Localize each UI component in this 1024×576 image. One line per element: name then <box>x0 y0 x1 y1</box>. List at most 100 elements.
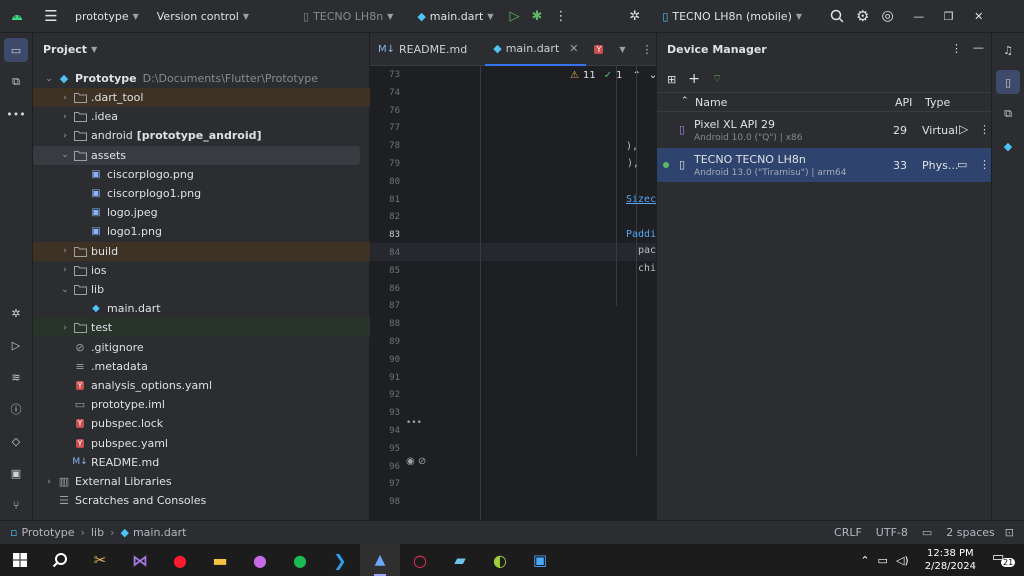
account-button[interactable]: ◎ <box>875 4 899 28</box>
chevron-right-icon[interactable]: › <box>59 323 71 333</box>
search-button[interactable] <box>824 4 850 28</box>
minimize-button[interactable]: — <box>904 4 934 28</box>
device-mirroring-button[interactable]: ✲ <box>623 4 646 28</box>
target-device-muted[interactable]: ▯ TECNO LH8n ▼ <box>297 4 399 28</box>
play-icon[interactable]: ▷ <box>959 122 968 136</box>
notification-center-button[interactable]: ▭ 21 <box>992 550 1016 570</box>
app-quality-button[interactable]: ✲ <box>4 301 28 325</box>
readonly-toggle-icon[interactable]: ⊡ <box>1005 526 1014 539</box>
tree-item[interactable]: ⌄ assets <box>33 145 360 165</box>
more-actions-button[interactable]: ⋮ <box>548 4 573 28</box>
tree-item[interactable]: ◆ main.dart <box>33 299 370 318</box>
taskbar-visual-studio[interactable]: ⋈ <box>120 544 160 576</box>
column-api[interactable]: API <box>895 96 912 109</box>
network-icon[interactable]: ▭ <box>878 554 888 567</box>
tree-item[interactable]: ▣ ciscorplogo1.png <box>33 184 370 203</box>
tree-item[interactable]: ☰ Scratches and Consoles <box>33 491 370 510</box>
device-row-tecno[interactable]: ▯ TECNO TECNO LH8n Android 13.0 ("Tirami… <box>657 148 992 182</box>
tree-item[interactable]: ⊘ .gitignore <box>33 338 370 357</box>
chevron-right-icon[interactable]: › <box>59 246 71 256</box>
chevron-right-icon[interactable]: › <box>59 112 71 122</box>
tree-item[interactable]: ⌄ lib <box>33 280 370 299</box>
clock[interactable]: 12:38 PM 2/28/2024 <box>925 547 976 573</box>
volume-icon[interactable]: ◁) <box>896 554 909 567</box>
vcs-selector[interactable]: Version control ▼ <box>151 4 255 28</box>
device-manager-tool-button[interactable]: ▯ <box>996 70 1020 94</box>
run-tool-button[interactable]: ▷ <box>4 333 28 357</box>
wifi-pair-icon[interactable]: ⌔ <box>712 72 722 86</box>
chevron-right-icon[interactable]: › <box>59 131 71 141</box>
structure-tool-button[interactable]: ⧉ <box>4 70 28 94</box>
taskbar-search-button[interactable] <box>40 544 80 576</box>
tree-item[interactable]: Ypubspec.yaml <box>33 434 370 453</box>
gem-tool-button[interactable]: ◇ <box>4 429 28 453</box>
main-menu-button[interactable]: ☰ <box>33 4 69 28</box>
tree-item[interactable]: › .idea <box>33 107 370 126</box>
breadcrumb-item[interactable]: lib <box>91 526 104 539</box>
start-button[interactable] <box>0 544 40 576</box>
running-devices-button[interactable]: ⧉ <box>996 102 1020 126</box>
file-status-icon[interactable]: ▭ <box>922 526 932 539</box>
restore-button[interactable]: ❐ <box>934 4 964 28</box>
device-selector[interactable]: ▯ TECNO LH8n (mobile) ▼ <box>656 4 808 28</box>
project-tool-button[interactable]: ▭ <box>4 38 28 62</box>
more-vertical-icon[interactable]: ⋮ <box>951 42 962 55</box>
mirror-screen-icon[interactable]: ▭ <box>957 158 967 171</box>
chevron-right-icon[interactable]: › <box>59 93 71 103</box>
code-fragment[interactable]: pac <box>638 245 656 256</box>
run-button[interactable]: ▷ <box>504 4 526 28</box>
taskbar-android-studio[interactable]: ▲ <box>360 544 400 576</box>
add-device-icon[interactable]: + <box>688 71 700 87</box>
tree-item[interactable]: ▣ ciscorplogo.png <box>33 165 370 184</box>
chevron-right-icon[interactable]: › <box>43 477 55 487</box>
project-panel-header[interactable]: Project ▼ <box>33 33 369 66</box>
tree-root[interactable]: ⌄ ◆ Prototype D:\Documents\Flutter\Proto… <box>33 69 370 88</box>
taskbar-tools-app[interactable]: ✂ <box>80 544 120 576</box>
layout-icon[interactable]: ⊞ <box>667 73 676 86</box>
tree-item[interactable]: Ypubspec.lock <box>33 414 370 433</box>
code-fragment[interactable]: Sizec <box>626 194 656 205</box>
tab-main-dart[interactable]: ◆ main.dart ✕ <box>485 33 587 66</box>
taskbar-chameleon-app[interactable]: ◐ <box>480 544 520 576</box>
indent-setting[interactable]: 2 spaces <box>946 526 995 539</box>
tree-item[interactable]: › .dart_tool <box>33 88 370 107</box>
tree-item[interactable]: ▭ prototype.iml <box>33 395 370 414</box>
taskbar-spotify[interactable]: ● <box>280 544 320 576</box>
tree-item[interactable]: › ▥ External Libraries <box>33 472 370 491</box>
chevron-right-icon[interactable]: › <box>59 265 71 275</box>
sort-up-icon[interactable]: ⌃ <box>681 96 689 106</box>
tree-item[interactable]: ▣ logo.jpeg <box>33 203 370 222</box>
tree-item[interactable]: › build <box>33 241 370 261</box>
code-fragment[interactable]: Paddi <box>626 229 656 240</box>
tree-item[interactable]: ≡ .metadata <box>33 357 370 376</box>
git-button[interactable]: ⑂ <box>4 493 28 517</box>
column-type[interactable]: Type <box>925 96 950 109</box>
taskbar-messenger[interactable]: ● <box>240 544 280 576</box>
taskbar-vscode[interactable]: ❯ <box>320 544 360 576</box>
tree-item[interactable]: › test <box>33 318 370 338</box>
code-fragment[interactable]: ), <box>627 158 639 169</box>
logcat-button[interactable]: ≋ <box>4 365 28 389</box>
flutter-inspector-button[interactable]: ◆ <box>996 134 1020 158</box>
settings-button[interactable]: ⚙ <box>850 4 875 28</box>
taskbar-opera-gx[interactable]: ○ <box>400 544 440 576</box>
more-vertical-icon[interactable]: ⋮ <box>979 158 990 171</box>
eye-icon[interactable]: ◉ ⊘ <box>406 456 426 467</box>
more-vertical-icon[interactable]: ⋮ <box>979 123 990 136</box>
code-fragment[interactable]: ), <box>626 141 638 152</box>
code-fragment[interactable]: chi <box>638 263 656 274</box>
device-row-pixel[interactable]: ▯ Pixel XL API 29 Android 10.0 ("Q") | x… <box>657 113 992 147</box>
line-separator[interactable]: CRLF <box>834 526 862 539</box>
taskbar-photos-app[interactable]: ▣ <box>520 544 560 576</box>
tab-readme[interactable]: M↓ README.md <box>370 33 475 66</box>
tree-item[interactable]: Yanalysis_options.yaml <box>33 376 370 395</box>
tree-item[interactable]: M↓ README.md <box>33 453 370 472</box>
taskbar-file-explorer[interactable]: ▬ <box>200 544 240 576</box>
tree-item[interactable]: › ios <box>33 261 370 280</box>
more-tools-button[interactable]: ••• <box>4 102 28 126</box>
chevron-down-icon[interactable]: ⌄ <box>59 150 71 160</box>
breadcrumb-item[interactable]: main.dart <box>133 526 187 539</box>
folded-code-icon[interactable]: ••• <box>406 418 422 428</box>
run-config-selector[interactable]: ◆ main.dart ▼ <box>411 4 499 28</box>
debug-button[interactable]: ✱ <box>526 4 549 28</box>
